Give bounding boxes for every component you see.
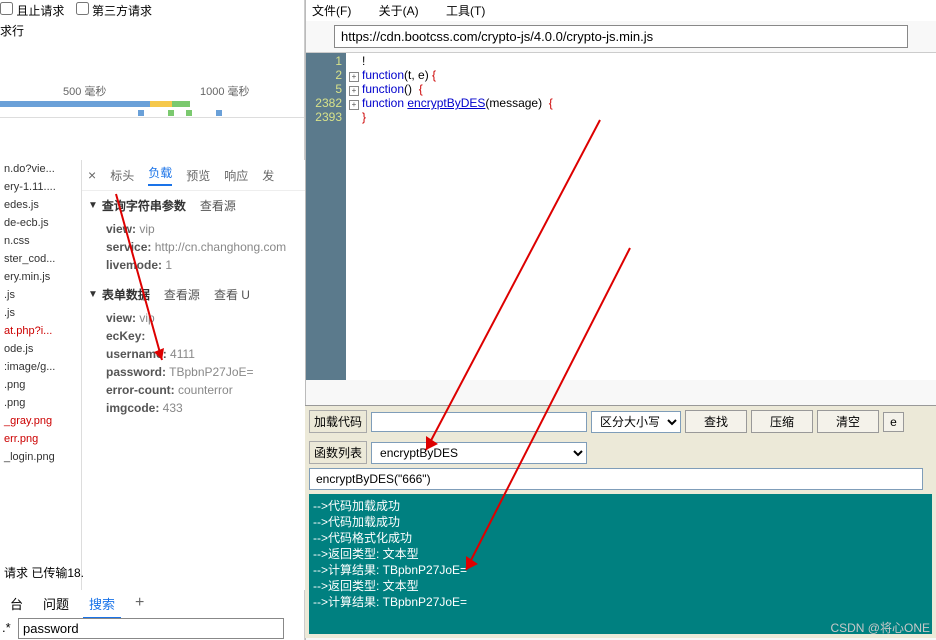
network-timeline[interactable]: 500 毫秒 1000 毫秒	[0, 43, 304, 118]
file-item[interactable]: ery-1.11....	[0, 178, 80, 196]
menu-tools[interactable]: 工具(T)	[446, 4, 497, 18]
payload-kv: username: 4111	[88, 345, 299, 363]
file-item[interactable]: .png	[0, 394, 80, 412]
view-url-encoded-link[interactable]: 查看 U	[214, 286, 250, 303]
triangle-down-icon: ▼	[88, 289, 98, 300]
file-item[interactable]: n.do?vie...	[0, 160, 80, 178]
file-item[interactable]: ery.min.js	[0, 268, 80, 286]
menu-file[interactable]: 文件(F)	[312, 4, 363, 18]
file-item[interactable]: .png	[0, 376, 80, 394]
file-item[interactable]: n.css	[0, 232, 80, 250]
payload-kv: view: vip	[88, 309, 299, 327]
tab-more[interactable]: 发	[262, 167, 274, 184]
payload-kv: view: vip	[88, 220, 299, 238]
triangle-down-icon: ▼	[88, 200, 98, 211]
view-source-link[interactable]: 查看源	[164, 286, 200, 303]
tab-response[interactable]: 响应	[224, 167, 248, 184]
clear-button[interactable]: 清空	[817, 410, 879, 433]
request-line-label: 求行	[0, 20, 304, 43]
file-item[interactable]: :image/g...	[0, 358, 80, 376]
regex-prefix: .*	[0, 618, 13, 637]
payload-kv: imgcode: 433	[88, 399, 299, 417]
query-string-section[interactable]: ▼ 查询字符串参数 查看源	[88, 197, 299, 214]
find-button[interactable]: 查找	[685, 410, 747, 433]
third-party-checkbox[interactable]: 第三方请求	[76, 4, 152, 18]
payload-kv: service: http://cn.changhong.com	[88, 238, 299, 256]
watermark: CSDN @将心ONE	[830, 619, 930, 636]
file-item[interactable]: ster_cod...	[0, 250, 80, 268]
tab-payload[interactable]: 负载	[148, 164, 172, 186]
file-item[interactable]: .js	[0, 304, 80, 322]
url-input[interactable]	[334, 25, 908, 48]
tab-console[interactable]: 台	[4, 590, 29, 619]
menu-about[interactable]: 关于(A)	[379, 4, 431, 18]
payload-kv: livemode: 1	[88, 256, 299, 274]
menu-bar[interactable]: 文件(F) 关于(A) 工具(T)	[306, 0, 936, 21]
payload-kv: ecKey:	[88, 327, 299, 345]
load-code-input[interactable]	[371, 412, 587, 432]
file-item[interactable]: de-ecb.js	[0, 214, 80, 232]
network-status: 请求 已传输18.	[0, 562, 88, 583]
add-tab-icon[interactable]: +	[129, 590, 150, 619]
file-item[interactable]: edes.js	[0, 196, 80, 214]
file-item[interactable]: .js	[0, 286, 80, 304]
file-item[interactable]: _login.png	[0, 448, 80, 466]
search-input[interactable]	[18, 618, 284, 639]
file-item[interactable]: err.png	[0, 430, 80, 448]
payload-kv: error-count: counterror	[88, 381, 299, 399]
form-data-section[interactable]: ▼ 表单数据 查看源 查看 U	[88, 286, 299, 303]
file-item[interactable]: at.php?i...	[0, 322, 80, 340]
file-item[interactable]: _gray.png	[0, 412, 80, 430]
tab-search[interactable]: 搜索	[83, 590, 121, 619]
code-editor[interactable]: !+function(t, e) {+function() {+function…	[346, 53, 936, 380]
close-icon[interactable]: ×	[88, 167, 96, 183]
output-console[interactable]: -->代码加载成功-->代码加载成功-->代码格式化成功-->返回类型: 文本型…	[309, 494, 932, 634]
func-list-label: 函数列表	[309, 441, 367, 464]
view-source-link[interactable]: 查看源	[200, 197, 236, 214]
tab-preview[interactable]: 预览	[186, 167, 210, 184]
tab-issues[interactable]: 问题	[37, 590, 75, 619]
file-item[interactable]: ode.js	[0, 340, 80, 358]
expression-input[interactable]	[309, 468, 923, 490]
e-button[interactable]: e	[883, 412, 904, 432]
case-select[interactable]: 区分大小写	[591, 411, 681, 433]
network-file-list[interactable]: n.do?vie...ery-1.11....edes.jsde-ecb.jsn…	[0, 160, 80, 560]
load-code-button[interactable]: 加载代码	[309, 410, 367, 433]
compress-button[interactable]: 压缩	[751, 410, 813, 433]
func-list-select[interactable]: encryptByDES	[371, 442, 587, 464]
block-request-checkbox[interactable]: 且止请求	[0, 4, 64, 18]
payload-kv: password: TBpbnP27JoE=	[88, 363, 299, 381]
tab-headers[interactable]: 标头	[110, 167, 134, 184]
